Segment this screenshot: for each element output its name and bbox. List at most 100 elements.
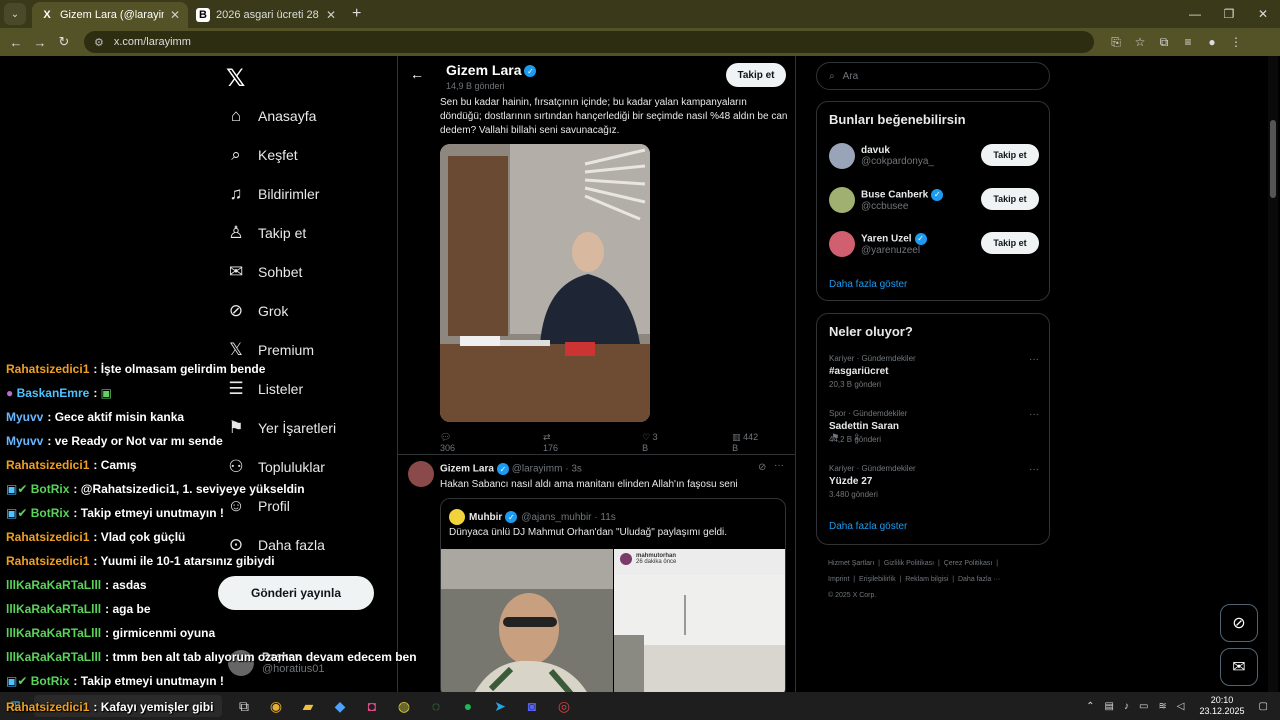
nav-premium[interactable]: 𝕏 Premium: [226, 340, 314, 360]
footer-link[interactable]: Daha fazla ···: [958, 576, 1000, 583]
x-logo-icon[interactable]: 𝕏: [226, 64, 245, 93]
nav-grok[interactable]: ⊘ Grok: [226, 301, 288, 321]
trend-item[interactable]: Spor · Gündemdekiler Sadettin Saran 44,2…: [829, 409, 1039, 444]
suggestion-item[interactable]: Buse Canberk ✓ @ccbusee Takip et: [829, 184, 1039, 216]
nav-notifications[interactable]: ♫ Bildirimler: [226, 184, 320, 204]
app-icon[interactable]: ◆: [324, 698, 356, 715]
reply-button[interactable]: 💬︎ 306: [440, 432, 499, 453]
close-tab-icon[interactable]: ✕: [326, 8, 336, 22]
quoted-post[interactable]: Muhbir ✓ @ajans_muhbir · 11s Dünyaca ünlü…: [440, 498, 786, 692]
messages-floating-button[interactable]: ✉: [1220, 648, 1258, 686]
wifi-icon[interactable]: ≋: [1158, 701, 1166, 712]
footer-link[interactable]: Çerez Politikası: [944, 560, 993, 567]
repost-button[interactable]: ⇄ 176: [543, 432, 602, 453]
app-icon[interactable]: ◎: [548, 698, 580, 715]
notifications-icon[interactable]: ▢: [1259, 701, 1268, 712]
suggestion-item[interactable]: Yaren Uzel ✓ @yarenuzeel Takip et: [829, 228, 1039, 260]
nav-chat[interactable]: ✉ Sohbet: [226, 262, 303, 282]
show-more-link[interactable]: Daha fazla göster: [829, 279, 907, 290]
spotify-icon[interactable]: ●: [452, 698, 484, 714]
microphone-icon[interactable]: ♪: [1124, 701, 1129, 712]
follow-button[interactable]: Takip et: [981, 232, 1039, 254]
file-explorer-icon[interactable]: ▰: [292, 698, 324, 715]
trend-item[interactable]: Kariyer · Gündemdekiler #asgariücret 20,…: [829, 354, 1039, 389]
follow-button[interactable]: Takip et: [981, 188, 1039, 210]
nav-follow[interactable]: ♙ Takip et: [226, 223, 306, 243]
footer-link[interactable]: Erişilebilirlik: [859, 576, 896, 583]
media-icon[interactable]: ≡: [1176, 35, 1200, 50]
nav-explore[interactable]: ⌕ Keşfet: [226, 145, 297, 165]
account-switcher[interactable]: Başkan @horatius01: [228, 650, 325, 676]
browser-tab-x[interactable]: X Gizem Lara (@larayimm) / X ✕: [32, 2, 188, 28]
display-icon[interactable]: ▭: [1139, 701, 1148, 712]
footer-link[interactable]: Imprint: [828, 576, 849, 583]
volume-icon[interactable]: ◁: [1177, 701, 1185, 712]
follow-button[interactable]: Takip et: [981, 144, 1039, 166]
nav-lists[interactable]: ☰ Listeler: [226, 379, 303, 399]
post-image[interactable]: [440, 144, 650, 422]
page-scrollbar[interactable]: [1268, 56, 1278, 692]
more-options-icon[interactable]: ···: [1029, 354, 1039, 365]
back-icon[interactable]: ←: [4, 35, 28, 50]
views-button[interactable]: ▥ 442 B: [732, 432, 791, 453]
suggestion-item[interactable]: davuk @cokpardonya_ Takip et: [829, 140, 1039, 172]
restore-icon[interactable]: ❐: [1212, 0, 1246, 28]
install-icon[interactable]: ⎘: [1104, 35, 1128, 50]
chrome-icon[interactable]: ◉: [260, 698, 292, 715]
forward-icon[interactable]: →: [28, 35, 52, 50]
post-text: Sen bu kadar hainin, fırsatçının içinde;…: [440, 97, 788, 136]
show-more-link[interactable]: Daha fazla göster: [829, 521, 907, 532]
footer-link[interactable]: Reklam bilgisi: [905, 576, 948, 583]
more-options-icon[interactable]: ···: [1029, 464, 1039, 475]
grok-floating-button[interactable]: ⊘: [1220, 604, 1258, 642]
nav-home[interactable]: ⌂ Anasayfa: [226, 106, 317, 126]
footer-link[interactable]: Hizmet Şartları: [828, 560, 874, 567]
back-arrow-icon[interactable]: ←: [410, 66, 424, 82]
quoted-image-right[interactable]: mahmutorhan 26 dakika önce: [614, 549, 785, 692]
post-button[interactable]: Gönderi yayınla: [218, 576, 374, 610]
site-info-icon[interactable]: ⚙: [94, 36, 104, 49]
instagram-icon[interactable]: ◘: [356, 698, 388, 714]
browser-tab-news[interactable]: B 2026 asgari ücreti 28 bin 75 TL ✕: [188, 2, 344, 28]
trend-category: Kariyer · Gündemdekiler: [829, 464, 916, 473]
trend-item[interactable]: Kariyer · Gündemdekiler Yüzde 27 3.480 g…: [829, 464, 1039, 499]
profile-avatar-icon[interactable]: ●: [1200, 35, 1224, 50]
quoted-image-left[interactable]: [441, 549, 613, 692]
minimize-icon[interactable]: —: [1178, 0, 1212, 28]
like-button[interactable]: ♡ 3 B: [642, 432, 692, 453]
close-window-icon[interactable]: ✕: [1246, 0, 1280, 28]
post-author-name[interactable]: Gizem Lara: [440, 464, 494, 475]
scrollbar-thumb[interactable]: [1270, 120, 1276, 198]
post-time[interactable]: 3s: [571, 464, 582, 475]
more-options-icon[interactable]: ···: [1029, 409, 1039, 420]
nav-communities[interactable]: ⚇ Topluluklar: [226, 457, 325, 477]
bookmark-star-icon[interactable]: ☆: [1128, 35, 1152, 50]
nav-bookmarks[interactable]: ⚑ Yer İşaretleri: [226, 418, 336, 438]
nav-more[interactable]: ⊙ Daha fazla: [226, 535, 325, 555]
address-bar[interactable]: ⚙ x.com/larayimm: [84, 31, 1094, 53]
whatsapp-icon[interactable]: ◌: [420, 698, 452, 714]
reload-icon[interactable]: ↻: [52, 34, 76, 50]
tab-search-icon[interactable]: ⌄: [4, 3, 26, 25]
suggestion-name: davuk: [861, 145, 890, 156]
footer-link[interactable]: Gizlilik Politikası: [884, 560, 934, 567]
post-author-handle[interactable]: @larayimm: [512, 464, 563, 475]
follow-button[interactable]: Takip et: [726, 63, 786, 87]
search-input[interactable]: ⌕ Ara: [816, 62, 1050, 90]
chevron-up-icon[interactable]: ⌃: [1086, 701, 1094, 712]
avatar[interactable]: [408, 461, 434, 487]
discord-icon[interactable]: ◙: [516, 698, 548, 714]
more-options-icon[interactable]: ···: [774, 460, 784, 471]
clock[interactable]: 20:10 23.12.2025: [1200, 695, 1245, 717]
network-icon[interactable]: ▤: [1105, 701, 1114, 712]
new-tab-icon[interactable]: +: [352, 5, 361, 23]
task-view-icon[interactable]: ⧉: [228, 698, 260, 715]
app-icon[interactable]: ◍: [388, 698, 420, 715]
close-tab-icon[interactable]: ✕: [170, 8, 180, 22]
search-icon: ⌕: [231, 145, 241, 164]
grok-icon[interactable]: ⊘: [758, 462, 766, 473]
menu-icon[interactable]: ⋮: [1224, 35, 1248, 50]
extensions-icon[interactable]: ⧉: [1152, 35, 1176, 50]
telegram-icon[interactable]: ➤: [484, 698, 516, 715]
nav-profile[interactable]: ☺ Profil: [226, 496, 290, 516]
